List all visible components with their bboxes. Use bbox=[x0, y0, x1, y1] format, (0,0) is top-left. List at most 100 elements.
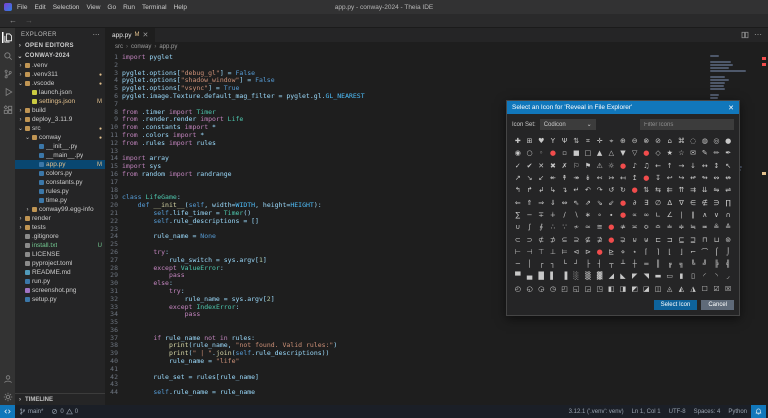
codicon-cell[interactable]: ✉ bbox=[687, 147, 699, 159]
codicon-cell[interactable]: ↴ bbox=[559, 184, 571, 196]
codicon-cell[interactable]: ◦ bbox=[535, 147, 547, 159]
codicon-cell[interactable]: ≗ bbox=[711, 221, 723, 233]
codicon-cell[interactable]: ○ bbox=[524, 147, 536, 159]
codicon-cell[interactable]: ∣ bbox=[676, 209, 688, 221]
codicon-cell[interactable]: ┼ bbox=[629, 258, 641, 270]
tree-item-tests[interactable]: ›tests bbox=[15, 223, 105, 232]
extensions-icon[interactable] bbox=[2, 104, 13, 115]
codicon-cell[interactable]: ⇗ bbox=[582, 196, 594, 208]
codicon-cell[interactable]: → bbox=[676, 160, 688, 172]
codicon-cell[interactable]: ◎ bbox=[711, 135, 723, 147]
codicon-cell[interactable]: ● bbox=[641, 147, 653, 159]
codicon-cell[interactable]: ⋄ bbox=[617, 246, 629, 258]
dialog-title-bar[interactable]: Select an Icon for 'Reveal in File Explo… bbox=[507, 101, 739, 114]
codicon-cell[interactable]: ↤ bbox=[617, 172, 629, 184]
code-line[interactable]: rule_name = "life" bbox=[122, 358, 768, 366]
codicon-cell[interactable]: ● bbox=[617, 196, 629, 208]
codicon-cell[interactable]: ╗ bbox=[676, 258, 688, 270]
codicon-cell[interactable]: ◩ bbox=[629, 283, 641, 295]
codicon-cell[interactable]: ≖ bbox=[699, 221, 711, 233]
tree-item-build[interactable]: ›build bbox=[15, 106, 105, 115]
timeline-section[interactable]: › TIMELINE bbox=[15, 393, 105, 405]
tree-item-render[interactable]: ›render bbox=[15, 214, 105, 223]
tab-close-icon[interactable]: ✕ bbox=[143, 31, 149, 39]
codicon-cell[interactable]: ⇖ bbox=[570, 196, 582, 208]
source-control-icon[interactable] bbox=[2, 68, 13, 79]
codicon-cell[interactable]: ⇌ bbox=[722, 184, 734, 196]
tree-item-screenshot-png[interactable]: screenshot.png bbox=[15, 286, 105, 295]
codicon-cell[interactable]: ∋ bbox=[711, 196, 723, 208]
tree-item-license[interactable]: LICENSE bbox=[15, 250, 105, 259]
codicon-cell[interactable]: ↮ bbox=[722, 172, 734, 184]
status-item-ln[interactable]: Ln 1, Col 1 bbox=[628, 409, 665, 415]
codicon-cell[interactable]: ⊲ bbox=[570, 246, 582, 258]
filter-icons-input[interactable] bbox=[640, 119, 734, 130]
codicon-cell[interactable]: ⚑ bbox=[582, 160, 594, 172]
codicon-cell[interactable]: ├ bbox=[582, 258, 594, 270]
menu-file[interactable]: File bbox=[17, 4, 27, 11]
codicon-cell[interactable]: ═ bbox=[641, 258, 653, 270]
codicon-cell[interactable]: ↥ bbox=[629, 172, 641, 184]
codicon-cell[interactable]: ⌋ bbox=[676, 246, 688, 258]
codicon-cell[interactable]: ▯ bbox=[687, 270, 699, 282]
codicon-cell[interactable]: ● bbox=[617, 160, 629, 172]
breadcrumb-item-conway[interactable]: conway bbox=[131, 44, 151, 50]
codicon-cell[interactable]: ↙ bbox=[535, 172, 547, 184]
codicon-cell[interactable]: ◍ bbox=[699, 135, 711, 147]
codicon-cell[interactable]: ∫ bbox=[524, 221, 536, 233]
tab-app-py[interactable]: app.py M ✕ bbox=[105, 28, 156, 42]
codicon-cell[interactable]: ↡ bbox=[582, 172, 594, 184]
tree-item-src[interactable]: ⌄src● bbox=[15, 124, 105, 133]
codicon-cell[interactable]: ⊅ bbox=[547, 233, 559, 245]
codicon-cell[interactable]: ☑ bbox=[711, 283, 723, 295]
codicon-cell[interactable]: ⚐ bbox=[570, 160, 582, 172]
codicon-cell[interactable]: ✔ bbox=[524, 160, 536, 172]
search-icon[interactable] bbox=[2, 50, 13, 61]
codicon-cell[interactable]: ⚠ bbox=[594, 160, 606, 172]
breadcrumb-item-src[interactable]: src bbox=[115, 44, 123, 50]
codicon-cell[interactable]: ◉ bbox=[512, 147, 524, 159]
codicon-cell[interactable]: ⇐ bbox=[512, 196, 524, 208]
codicon-cell[interactable]: ⌒ bbox=[699, 246, 711, 258]
codicon-cell[interactable]: ↶ bbox=[582, 184, 594, 196]
code-line[interactable] bbox=[122, 319, 768, 327]
codicon-cell[interactable]: █ bbox=[535, 270, 547, 282]
codicon-cell[interactable]: ● bbox=[605, 221, 617, 233]
tree-item--venv311[interactable]: ›.venv311● bbox=[15, 70, 105, 79]
codicon-cell[interactable]: ⇊ bbox=[699, 184, 711, 196]
codicon-cell[interactable]: ∗ bbox=[582, 209, 594, 221]
codicon-cell[interactable]: ☆ bbox=[676, 147, 688, 159]
codicon-cell[interactable]: ∙ bbox=[605, 209, 617, 221]
codicon-cell[interactable]: ∵ bbox=[559, 221, 571, 233]
codicon-cell[interactable]: ↖ bbox=[722, 160, 734, 172]
codicon-cell[interactable]: ↞ bbox=[547, 172, 559, 184]
codicon-cell[interactable]: ⇉ bbox=[687, 184, 699, 196]
codicon-cell[interactable]: ⊘ bbox=[652, 135, 664, 147]
tree-item-deploy-3-11-9[interactable]: ›deploy_3.11.9 bbox=[15, 115, 105, 124]
tree-item--main-py[interactable]: __main__.py bbox=[15, 151, 105, 160]
notifications-bell[interactable] bbox=[751, 405, 766, 418]
codicon-cell[interactable]: ≅ bbox=[594, 221, 606, 233]
codicon-cell[interactable]: ↳ bbox=[547, 184, 559, 196]
codicon-cell[interactable]: △ bbox=[605, 147, 617, 159]
codicon-cell[interactable]: ∘ bbox=[594, 209, 606, 221]
codicon-cell[interactable]: ⊈ bbox=[582, 233, 594, 245]
codicon-cell[interactable]: ⌗ bbox=[582, 135, 594, 147]
codicon-cell[interactable]: ◪ bbox=[641, 283, 653, 295]
codicon-cell[interactable]: ∨ bbox=[711, 209, 723, 221]
codicon-cell[interactable]: ⇅ bbox=[570, 135, 582, 147]
codicon-cell[interactable]: ⊎ bbox=[641, 233, 653, 245]
codicon-cell[interactable]: ╝ bbox=[699, 258, 711, 270]
codicon-cell[interactable]: ⊢ bbox=[512, 246, 524, 258]
codicon-cell[interactable]: ◞ bbox=[722, 270, 734, 282]
debug-icon[interactable] bbox=[2, 86, 13, 97]
tree-item-install-txt[interactable]: install.txtU bbox=[15, 241, 105, 250]
codicon-cell[interactable]: ⊳ bbox=[582, 246, 594, 258]
codicon-cell[interactable]: ◜ bbox=[699, 270, 711, 282]
status-item-utf-8[interactable]: UTF-8 bbox=[665, 409, 690, 415]
codicon-cell[interactable]: ┐ bbox=[547, 258, 559, 270]
codicon-cell[interactable]: Y bbox=[547, 135, 559, 147]
codicon-cell[interactable]: □ bbox=[582, 147, 594, 159]
tree-item--venv[interactable]: ›.venv bbox=[15, 61, 105, 70]
codicon-cell[interactable]: ∉ bbox=[699, 196, 711, 208]
